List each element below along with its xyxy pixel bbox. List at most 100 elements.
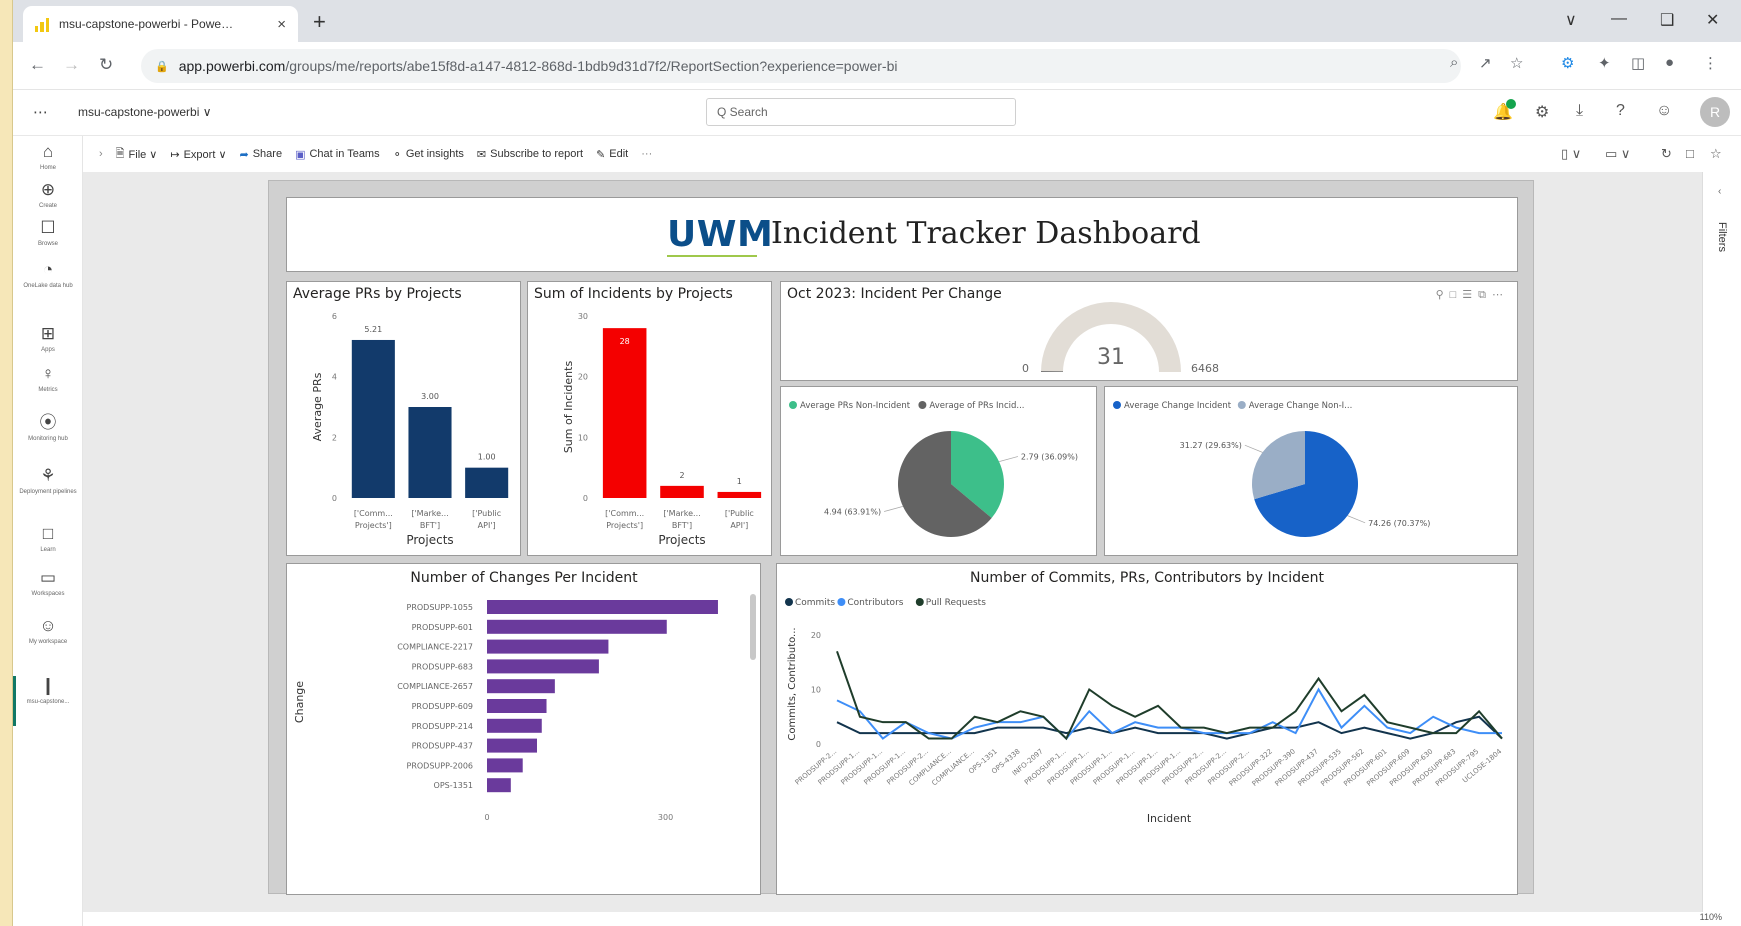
tab-close-icon[interactable]: ×	[277, 16, 286, 33]
zoom-icon[interactable]: ⌕	[1450, 54, 1458, 71]
rail-item-6[interactable]: ⦿ Monitoring hub	[13, 408, 83, 443]
rail-item-icon: ◔	[42, 260, 54, 279]
data-label: 2	[679, 471, 684, 480]
y-tick-label: PRODSUPP-683	[412, 662, 473, 671]
lock-icon: 🔒	[155, 60, 169, 73]
legend-marker	[789, 401, 797, 409]
minimize-icon[interactable]: —	[1611, 10, 1627, 28]
legend-label: Average of PRs Incid...	[929, 401, 1024, 411]
app-launcher-icon[interactable]: ⋯	[33, 103, 48, 121]
more-options-button[interactable]: ···	[641, 148, 652, 160]
report-page: UWM Incident Tracker Dashboard Average P…	[268, 180, 1534, 895]
legend-label: Commits	[795, 598, 835, 608]
collapse-filters-icon[interactable]: ‹	[1718, 186, 1721, 197]
y-tick-label: 30	[578, 312, 588, 321]
tab-search-icon[interactable]: ∨	[1565, 10, 1577, 30]
filters-pane[interactable]: ‹ Filters	[1702, 172, 1741, 912]
rail-item-3[interactable]: ◔ OneLake data hub	[13, 260, 83, 290]
rail-active-indicator	[13, 676, 16, 726]
rail-item-0[interactable]: ⌂ Home	[13, 142, 83, 172]
legend-label: Pull Requests	[926, 598, 986, 608]
rail-item-5[interactable]: ♀ Metrics	[13, 364, 83, 394]
back-icon[interactable]: ←	[29, 55, 46, 75]
avatar[interactable]: R	[1700, 97, 1730, 127]
sum-incidents-visual[interactable]: Sum of Incidents by Projects 0 10 20 30 28 ['…	[527, 281, 772, 556]
view-menu-icon[interactable]: ▯ ∨	[1561, 146, 1581, 162]
workspace-name[interactable]: msu-capstone-powerbi ∨	[78, 105, 212, 119]
rail-item-2[interactable]: ☐ Browse	[13, 218, 83, 248]
pie-prs-visual[interactable]: Average PRs Non-Incident Average of PRs I…	[780, 386, 1097, 556]
bar	[487, 639, 609, 654]
get-insights-button[interactable]: ⚬ Get insights	[393, 148, 464, 161]
share-button[interactable]: ➦ Share	[240, 148, 283, 161]
rail-item-icon: ☐	[40, 218, 56, 237]
expand-pane-icon[interactable]: ›	[99, 148, 103, 160]
new-tab-button[interactable]: +	[313, 9, 326, 35]
teams-icon: ▣	[295, 148, 306, 161]
rail-item-10[interactable]: ☺ My workspace	[13, 616, 83, 646]
settings-icon[interactable]: ⚙	[1535, 102, 1549, 122]
profile-icon[interactable]: ●	[1665, 54, 1674, 71]
search-input[interactable]: Q Search	[706, 98, 1016, 126]
reload-icon[interactable]: ↻	[99, 55, 113, 75]
export-menu-label: Export ∨	[183, 148, 227, 161]
status-bar: 110%	[83, 912, 1741, 926]
legend-label: Contributors	[847, 598, 903, 608]
feedback-icon[interactable]: ☺	[1656, 102, 1672, 120]
download-icon[interactable]: ⤓	[1576, 102, 1583, 120]
url-bar[interactable]: 🔒 app.powerbi.com/groups/me/reports/abe1…	[141, 49, 1461, 83]
favorite-star-icon[interactable]: ☆	[1710, 146, 1722, 162]
bar	[487, 738, 537, 753]
powerbi-header: ⋯ msu-capstone-powerbi ∨ Q Search 🔔 ⚙ ⤓ …	[13, 90, 1741, 136]
bar	[487, 600, 718, 614]
gauge-visual[interactable]: Oct 2023: Incident Per Change ⚲□☰⧉⋯ 31 0 6…	[780, 281, 1518, 381]
legend-marker	[1237, 401, 1246, 409]
close-window-icon[interactable]: ✕	[1706, 10, 1719, 30]
x-tick-label: ['Comm...	[354, 509, 393, 518]
scrollbar-thumb[interactable]	[750, 594, 756, 660]
report-toolbar: › 🗎 File ∨ ↦ Export ∨ ➦ Share ▣ Chat in Team…	[83, 136, 1741, 172]
side-panel-icon[interactable]: ◫	[1631, 54, 1645, 72]
help-icon[interactable]: ?	[1616, 102, 1625, 120]
chat-in-teams-label: Chat in Teams	[309, 148, 380, 160]
rail-item-4[interactable]: ⊞ Apps	[13, 324, 83, 354]
comment-icon[interactable]: □	[1686, 146, 1694, 161]
commits-prs-contributors-visual[interactable]: Number of Commits, PRs, Contributors by …	[776, 563, 1518, 895]
y-tick-label: 0	[583, 494, 588, 503]
rail-item-label: Learn	[40, 547, 56, 553]
subscribe-button[interactable]: ✉ Subscribe to report	[477, 148, 583, 161]
slice-label: 31.27 (29.63%)	[1180, 441, 1242, 450]
changes-per-incident-visual[interactable]: Number of Changes Per Incident PRODSUPP-1…	[286, 563, 761, 895]
left-nav-rail: ⌂ Home ⊕ Create ☐ Browse ◔ OneLake data hub ⊞ App…	[13, 136, 83, 926]
refresh-icon[interactable]: ↻	[1661, 146, 1672, 162]
series-line	[836, 650, 1503, 741]
rail-item-label: Deployment pipelines	[19, 489, 77, 495]
page-view-icon[interactable]: ▭ ∨	[1605, 146, 1630, 162]
rail-item-11[interactable]: ❙ msu-capstone...	[13, 676, 83, 706]
export-menu[interactable]: ↦ Export ∨	[170, 148, 226, 161]
chat-in-teams-button[interactable]: ▣ Chat in Teams	[295, 148, 380, 161]
extension-icon[interactable]: ⚙	[1561, 54, 1574, 72]
sum-incidents-chart: 0 10 20 30 28 ['Comm... Projects'] 2 ['Marke... B…	[562, 312, 762, 547]
y-tick-label: 20	[578, 373, 588, 382]
rail-item-8[interactable]: □ Learn	[13, 524, 83, 554]
share-page-icon[interactable]: ↗	[1479, 54, 1492, 72]
leader-line	[998, 456, 1018, 462]
rail-item-9[interactable]: ▭ Workspaces	[13, 568, 83, 598]
changes-per-incident-chart: Number of Changes Per Incident PRODSUPP-1…	[293, 570, 756, 822]
rail-item-1[interactable]: ⊕ Create	[13, 180, 83, 210]
bookmark-star-icon[interactable]: ☆	[1510, 54, 1523, 72]
rail-item-7[interactable]: ⚘ Deployment pipelines	[13, 466, 83, 496]
extensions-puzzle-icon[interactable]: ✦	[1598, 54, 1611, 72]
pie-change-visual[interactable]: Average Change Incident Average Change No…	[1104, 386, 1518, 556]
avg-prs-visual[interactable]: Average PRs by Projects 0 2 4 6 5.21 ['Comm..…	[286, 281, 521, 556]
zoom-level[interactable]: 110%	[1700, 912, 1722, 922]
edit-button[interactable]: ✎ Edit	[596, 148, 628, 161]
file-menu[interactable]: 🗎 File ∨	[116, 145, 158, 164]
browser-menu-icon[interactable]: ⋮	[1703, 54, 1718, 72]
bar	[351, 339, 395, 498]
forward-icon[interactable]: →	[63, 55, 80, 75]
browser-tab[interactable]: msu-capstone-powerbi - Powe… ×	[23, 6, 298, 42]
restore-icon[interactable]: ❑	[1660, 10, 1674, 30]
notification-badge	[1506, 99, 1516, 109]
